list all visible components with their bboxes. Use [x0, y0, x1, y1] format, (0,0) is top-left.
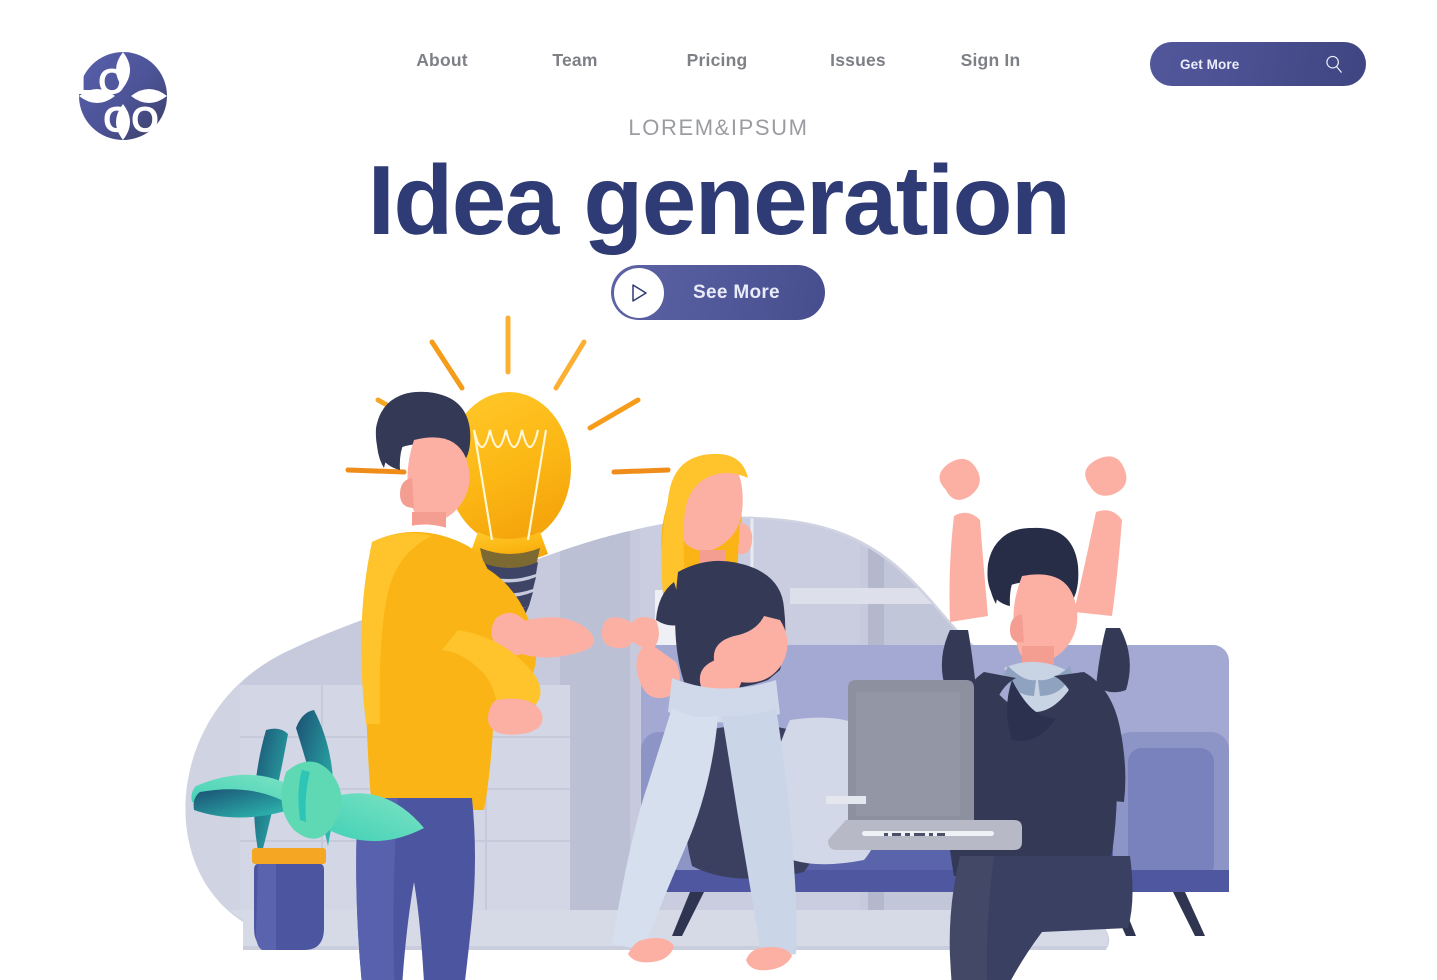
- nav-item-pricing[interactable]: Pricing: [646, 50, 788, 71]
- get-more-button[interactable]: Get More: [1150, 42, 1366, 86]
- search-icon: [1326, 55, 1342, 73]
- hero-eyebrow: LOREM&IPSUM: [628, 115, 809, 140]
- nav-item-team[interactable]: Team: [504, 50, 646, 71]
- landing-page: LO GO About Team Pricing Issues Sign In: [0, 0, 1437, 980]
- get-more-label: Get More: [1180, 56, 1240, 72]
- illustration-scene: [185, 315, 1229, 980]
- nav-item-issues[interactable]: Issues: [788, 50, 928, 71]
- page-title: Idea generation: [367, 145, 1071, 255]
- nav-item-sign-in[interactable]: Sign In: [928, 50, 1053, 71]
- nav-item-about[interactable]: About: [380, 50, 504, 71]
- main-navigation: About Team Pricing Issues Sign In: [380, 50, 1053, 71]
- hero-illustration: [0, 300, 1437, 980]
- site-header: LO GO About Team Pricing Issues Sign In: [0, 0, 1437, 140]
